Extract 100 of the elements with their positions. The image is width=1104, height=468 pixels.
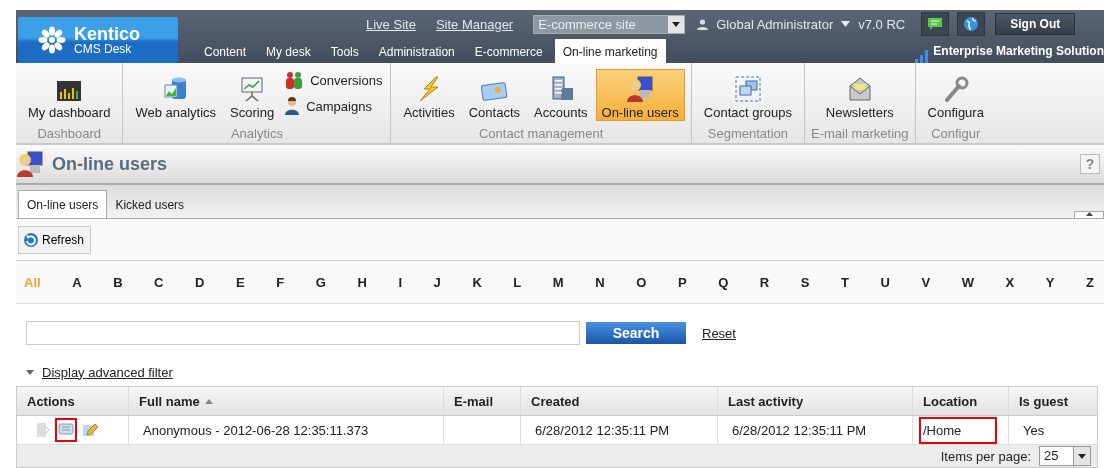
- letter-filter[interactable]: N: [595, 274, 605, 290]
- page-tab[interactable]: Kicked users: [107, 191, 193, 218]
- letter-filter[interactable]: F: [276, 274, 285, 290]
- ribbon-group-label: Configur: [931, 126, 981, 143]
- message-icon: [58, 423, 74, 437]
- user-computer-icon: [626, 76, 655, 102]
- table-cell-text: 6/28/2012 12:35:11 PM: [534, 421, 671, 440]
- letter-filter[interactable]: I: [398, 274, 402, 290]
- letter-filter[interactable]: P: [677, 274, 687, 290]
- column-header[interactable]: E-mail: [444, 387, 521, 415]
- windows-icon: [734, 76, 761, 102]
- table-cell-text: 6/28/2012 12:35:11 PM: [731, 421, 868, 440]
- column-header[interactable]: Created: [521, 387, 718, 415]
- logo-subtitle: CMS Desk: [74, 43, 133, 55]
- letter-filter[interactable]: L: [513, 274, 522, 290]
- letter-filter[interactable]: T: [841, 274, 849, 290]
- ribbon-button[interactable]: Conversions: [282, 69, 385, 91]
- refresh-icon: [23, 231, 39, 248]
- ribbon-group-label: Analytics: [230, 126, 283, 143]
- page-title: On-line users: [52, 153, 168, 175]
- kentico-logo[interactable]: Kentico CMS Desk: [18, 17, 178, 63]
- database-icon: [162, 76, 189, 102]
- person-icon: [284, 97, 301, 115]
- letter-filter[interactable]: U: [880, 274, 890, 290]
- ribbon-button[interactable]: Activities: [397, 69, 461, 121]
- letter-filter[interactable]: Z: [1086, 274, 1094, 290]
- monitor-chart-icon: [56, 80, 83, 102]
- letter-filter[interactable]: X: [1005, 274, 1015, 290]
- globe-button[interactable]: [957, 12, 986, 36]
- ribbon-group-label: Segmentation: [707, 126, 789, 143]
- chat-button[interactable]: [921, 12, 950, 36]
- caret-icon[interactable]: [841, 21, 851, 27]
- ribbon-button[interactable]: Contact groups: [697, 69, 798, 121]
- letter-filter[interactable]: M: [552, 274, 564, 290]
- letter-filter[interactable]: E: [236, 274, 245, 290]
- module-tab[interactable]: Administration: [370, 45, 463, 63]
- letter-filter[interactable]: D: [195, 274, 205, 290]
- dropdown-icon: [1078, 453, 1086, 459]
- snowflake-icon: [38, 26, 66, 54]
- ribbon-button[interactable]: Campaigns: [282, 95, 385, 117]
- edit-icon: [82, 422, 98, 438]
- items-per-page-label: Items per page:: [940, 448, 1031, 464]
- column-header[interactable]: Actions: [17, 387, 129, 415]
- letter-filter[interactable]: Q: [718, 274, 729, 290]
- id-card-icon: [480, 80, 509, 102]
- ribbon-button[interactable]: Configura: [921, 69, 990, 121]
- table-cell: /Home: [919, 416, 998, 444]
- message-button[interactable]: [55, 418, 77, 442]
- letter-filter[interactable]: B: [113, 274, 123, 290]
- header-link[interactable]: Live Site: [366, 16, 416, 32]
- page-tab[interactable]: On-line users: [18, 190, 108, 218]
- letter-filter[interactable]: O: [636, 274, 647, 290]
- table-cell-text: Anonymous - 2012-06-28 12:35:11.373: [142, 421, 370, 440]
- letter-filter[interactable]: J: [433, 274, 441, 290]
- module-tab[interactable]: On-line marketing: [554, 39, 666, 63]
- ribbon-button[interactable]: My dashboard: [22, 69, 117, 121]
- ribbon-button[interactable]: Scoring: [224, 69, 281, 121]
- refresh-button[interactable]: Refresh: [18, 225, 92, 254]
- user-icon: [697, 18, 709, 30]
- column-header[interactable]: Full name: [129, 387, 444, 415]
- reset-link[interactable]: Reset: [702, 325, 736, 341]
- letter-filter[interactable]: C: [154, 274, 164, 290]
- edition-label: Enterprise Marketing Solution: [933, 44, 1104, 60]
- module-tab[interactable]: Content: [196, 45, 255, 63]
- advanced-filter-link[interactable]: Display advanced filter: [42, 364, 173, 380]
- search-button[interactable]: Search: [586, 322, 686, 344]
- header-link[interactable]: Site Manager: [435, 16, 514, 32]
- letter-filter[interactable]: A: [72, 274, 82, 290]
- module-tab[interactable]: E-commerce: [466, 45, 551, 63]
- letter-filter[interactable]: S: [800, 274, 810, 290]
- module-tab[interactable]: Tools: [322, 45, 367, 63]
- letter-filter[interactable]: V: [921, 274, 931, 290]
- module-tab[interactable]: My desk: [258, 45, 319, 63]
- letter-filter[interactable]: G: [315, 274, 326, 290]
- globe-icon: [963, 16, 980, 32]
- caret-icon: [26, 369, 34, 375]
- easel-chart-icon: [240, 76, 265, 102]
- logo-name: Kentico: [74, 25, 140, 43]
- table-cell-text: Yes: [1022, 421, 1046, 440]
- collapse-button[interactable]: [1074, 211, 1104, 218]
- search-field[interactable]: [26, 321, 580, 345]
- ribbon-button[interactable]: On-line users: [595, 69, 685, 121]
- letter-filter[interactable]: Y: [1045, 274, 1055, 290]
- ribbon-group-label: Dashboard: [37, 126, 101, 143]
- ribbon-button[interactable]: Contacts: [462, 69, 527, 121]
- column-header[interactable]: Is guest: [1009, 387, 1097, 415]
- letter-filter[interactable]: H: [357, 274, 367, 290]
- ribbon-button[interactable]: Web analytics: [129, 69, 223, 121]
- ribbon-button[interactable]: Newsletters: [819, 69, 900, 121]
- user-menu[interactable]: Global Administrator: [716, 16, 834, 32]
- column-header[interactable]: Last activity: [718, 387, 913, 415]
- sign-out-button[interactable]: Sign Out: [995, 13, 1076, 35]
- page-size-select[interactable]: 25: [1039, 446, 1091, 466]
- ribbon-button[interactable]: Accounts: [528, 69, 594, 121]
- column-header[interactable]: Location: [913, 387, 1009, 415]
- letter-filter[interactable]: R: [759, 274, 770, 290]
- collapse-icon: [1085, 212, 1093, 216]
- letter-filter[interactable]: K: [472, 274, 482, 290]
- chat-icon: [927, 17, 944, 31]
- letter-filter[interactable]: W: [961, 274, 974, 290]
